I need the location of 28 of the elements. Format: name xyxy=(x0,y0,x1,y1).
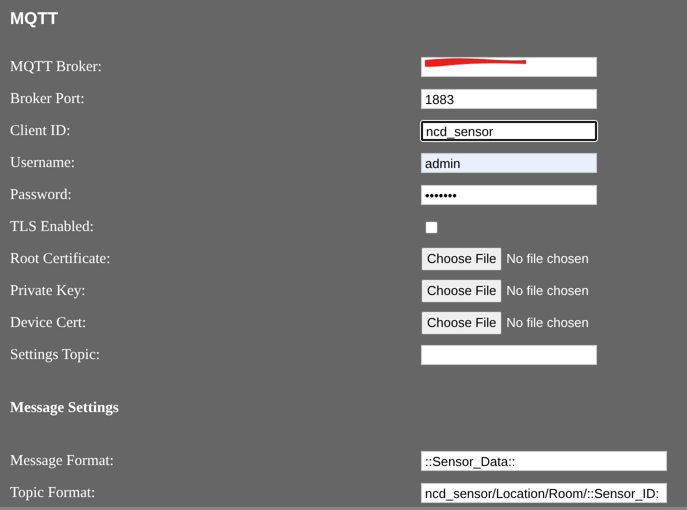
input-field[interactable]: ncd_sensor xyxy=(421,121,597,141)
section-heading: Message Settings xyxy=(10,398,119,418)
field-label: Device Cert: xyxy=(9,314,88,333)
field-label: Topic Format: xyxy=(9,484,96,503)
choose-file-button[interactable]: Choose File xyxy=(421,279,502,303)
choose-file-button[interactable]: Choose File xyxy=(421,311,502,335)
input-field[interactable]: ••••••• xyxy=(421,185,597,205)
input-field[interactable]: admin xyxy=(421,153,597,173)
file-status: No file chosen xyxy=(506,282,589,300)
choose-file-button[interactable]: Choose File xyxy=(421,247,502,271)
field-label: Settings Topic: xyxy=(9,346,101,365)
field-label: Message Format: xyxy=(9,452,115,471)
field-label: MQTT Broker: xyxy=(9,58,103,77)
file-status: No file chosen xyxy=(506,250,589,268)
file-status: No file chosen xyxy=(506,314,589,332)
field-label: Username: xyxy=(9,154,76,173)
input-field[interactable]: ncd_sensor/Location/Room/::Sensor_ID: xyxy=(421,483,667,503)
input-field[interactable]: ::Sensor_Data:: xyxy=(421,451,667,471)
field-label: Client ID: xyxy=(9,122,72,141)
input-field[interactable] xyxy=(421,345,597,365)
field-label: Root Certificate: xyxy=(9,250,112,269)
field-label: Password: xyxy=(9,186,73,205)
section-title: MQTT xyxy=(9,8,60,30)
field-label: Broker Port: xyxy=(9,90,86,109)
field-label: Private Key: xyxy=(9,282,86,301)
field-label: TLS Enabled: xyxy=(9,218,95,237)
checkbox[interactable] xyxy=(425,220,438,234)
input-field[interactable]: 1883 xyxy=(421,89,597,109)
